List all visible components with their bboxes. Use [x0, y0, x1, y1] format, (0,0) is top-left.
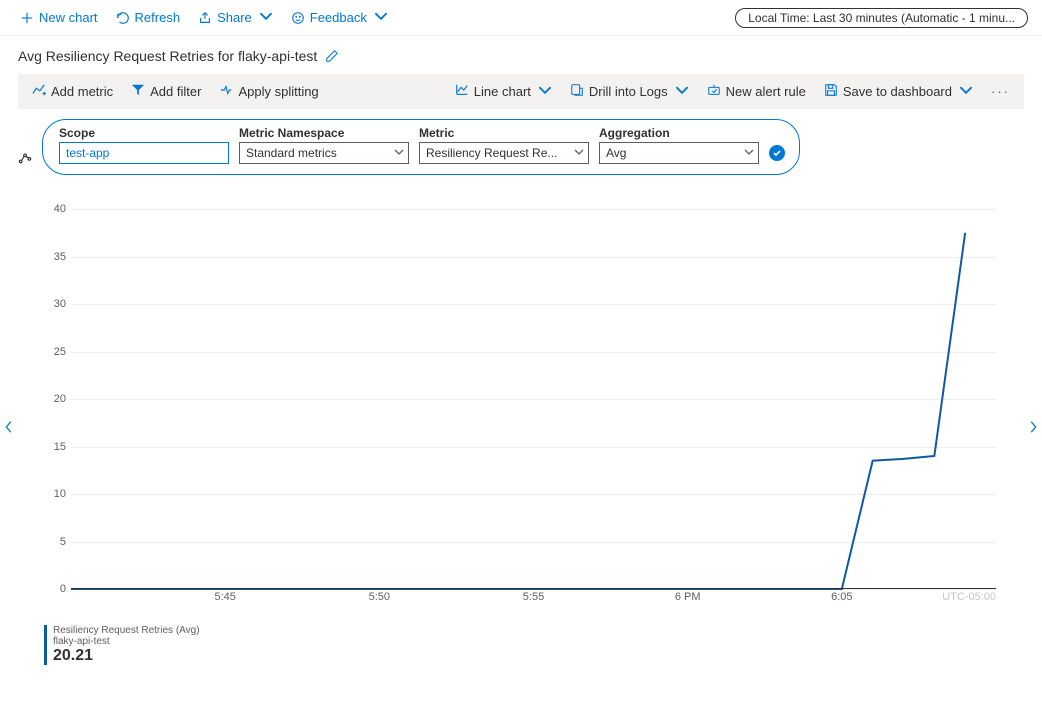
- y-tick-label: 5: [42, 536, 66, 548]
- scope-label: Scope: [59, 126, 229, 140]
- chart-type-label: Line chart: [474, 84, 531, 99]
- new-alert-button[interactable]: New alert rule: [699, 79, 814, 104]
- chevron-down-icon: [394, 146, 404, 160]
- y-tick-label: 0: [42, 583, 66, 595]
- add-metric-button[interactable]: Add metric: [24, 79, 121, 104]
- save-dashboard-label: Save to dashboard: [843, 84, 952, 99]
- aggregation-value: Avg: [606, 146, 626, 160]
- y-tick-label: 20: [42, 393, 66, 405]
- plus-icon: [20, 11, 34, 25]
- feedback-label: Feedback: [310, 10, 367, 25]
- edit-title-button[interactable]: [325, 49, 339, 63]
- new-chart-button[interactable]: New chart: [14, 7, 104, 28]
- legend-color-bar: [44, 625, 47, 665]
- aggregation-selector[interactable]: Avg: [599, 142, 759, 164]
- namespace-selector[interactable]: Standard metrics: [239, 142, 409, 164]
- y-tick-label: 40: [42, 203, 66, 215]
- chevron-down-icon: [744, 146, 754, 160]
- chevron-down-icon: [538, 83, 552, 100]
- feedback-icon: [291, 11, 305, 25]
- namespace-value: Standard metrics: [246, 146, 337, 160]
- legend-value: 20.21: [53, 647, 200, 665]
- x-tick-label: 5:50: [369, 591, 390, 603]
- next-chart-button[interactable]: [1026, 420, 1040, 434]
- y-tick-label: 25: [42, 346, 66, 358]
- pencil-icon: [325, 49, 339, 63]
- apply-splitting-button[interactable]: Apply splitting: [211, 79, 326, 104]
- check-icon: [772, 148, 782, 158]
- save-icon: [824, 83, 838, 100]
- prev-chart-button[interactable]: [2, 420, 16, 434]
- scope-selector[interactable]: test-app: [59, 142, 229, 164]
- metric-selector[interactable]: Resiliency Request Re...: [419, 142, 589, 164]
- metric-picker: Scope test-app Metric Namespace Standard…: [42, 119, 800, 175]
- aggregation-label: Aggregation: [599, 126, 759, 140]
- logs-icon: [570, 83, 584, 100]
- x-axis: [71, 588, 996, 589]
- y-tick-label: 35: [42, 251, 66, 263]
- chevron-down-icon: [374, 9, 388, 26]
- new-alert-label: New alert rule: [726, 84, 806, 99]
- drill-logs-label: Drill into Logs: [589, 84, 668, 99]
- x-tick-label: 5:55: [523, 591, 544, 603]
- alert-icon: [707, 83, 721, 100]
- metric-label: Metric: [419, 126, 589, 140]
- x-tick-label: 6:05: [831, 591, 852, 603]
- legend-source: flaky-api-test: [53, 636, 200, 647]
- apply-splitting-label: Apply splitting: [238, 84, 318, 99]
- y-tick-label: 15: [42, 441, 66, 453]
- chevron-down-icon: [959, 83, 973, 100]
- refresh-icon: [116, 11, 130, 25]
- namespace-label: Metric Namespace: [239, 126, 409, 140]
- x-tick-label: 6 PM: [675, 591, 701, 603]
- share-button[interactable]: Share: [192, 6, 279, 29]
- y-tick-label: 10: [42, 488, 66, 500]
- add-metric-icon: [32, 83, 46, 100]
- chevron-down-icon: [574, 146, 584, 160]
- add-metric-label: Add metric: [51, 84, 113, 99]
- chevron-down-icon: [259, 9, 273, 26]
- y-tick-label: 30: [42, 298, 66, 310]
- chart[interactable]: 05101520253035405:455:505:556 PM6:05UTC-…: [36, 209, 1006, 619]
- add-filter-button[interactable]: Add filter: [123, 79, 209, 104]
- time-range-pill[interactable]: Local Time: Last 30 minutes (Automatic -…: [735, 8, 1028, 28]
- x-tick-label: 5:45: [214, 591, 235, 603]
- new-chart-label: New chart: [39, 10, 98, 25]
- share-label: Share: [217, 10, 252, 25]
- chevron-down-icon: [675, 83, 689, 100]
- metric-value: Resiliency Request Re...: [426, 146, 557, 160]
- line-chart-icon: [455, 83, 469, 100]
- legend-card[interactable]: Resiliency Request Retries (Avg) flaky-a…: [44, 625, 1042, 665]
- add-filter-label: Add filter: [150, 84, 201, 99]
- share-icon: [198, 11, 212, 25]
- scope-value: test-app: [66, 146, 109, 160]
- splitting-icon: [219, 83, 233, 100]
- series-line: [71, 233, 965, 589]
- chart-title: Avg Resiliency Request Retries for flaky…: [18, 48, 317, 64]
- refresh-label: Refresh: [135, 10, 181, 25]
- filter-icon: [131, 83, 145, 100]
- confirm-metric-button[interactable]: [769, 145, 785, 161]
- legend-series-name: Resiliency Request Retries (Avg): [53, 625, 200, 636]
- refresh-button[interactable]: Refresh: [110, 7, 187, 28]
- drill-logs-button[interactable]: Drill into Logs: [562, 79, 697, 104]
- feedback-button[interactable]: Feedback: [285, 6, 394, 29]
- save-dashboard-button[interactable]: Save to dashboard: [816, 79, 981, 104]
- series-color-icon: [18, 151, 32, 165]
- timezone-label: UTC-05:00: [942, 591, 996, 603]
- more-button[interactable]: ···: [983, 80, 1018, 103]
- chart-type-button[interactable]: Line chart: [447, 79, 560, 104]
